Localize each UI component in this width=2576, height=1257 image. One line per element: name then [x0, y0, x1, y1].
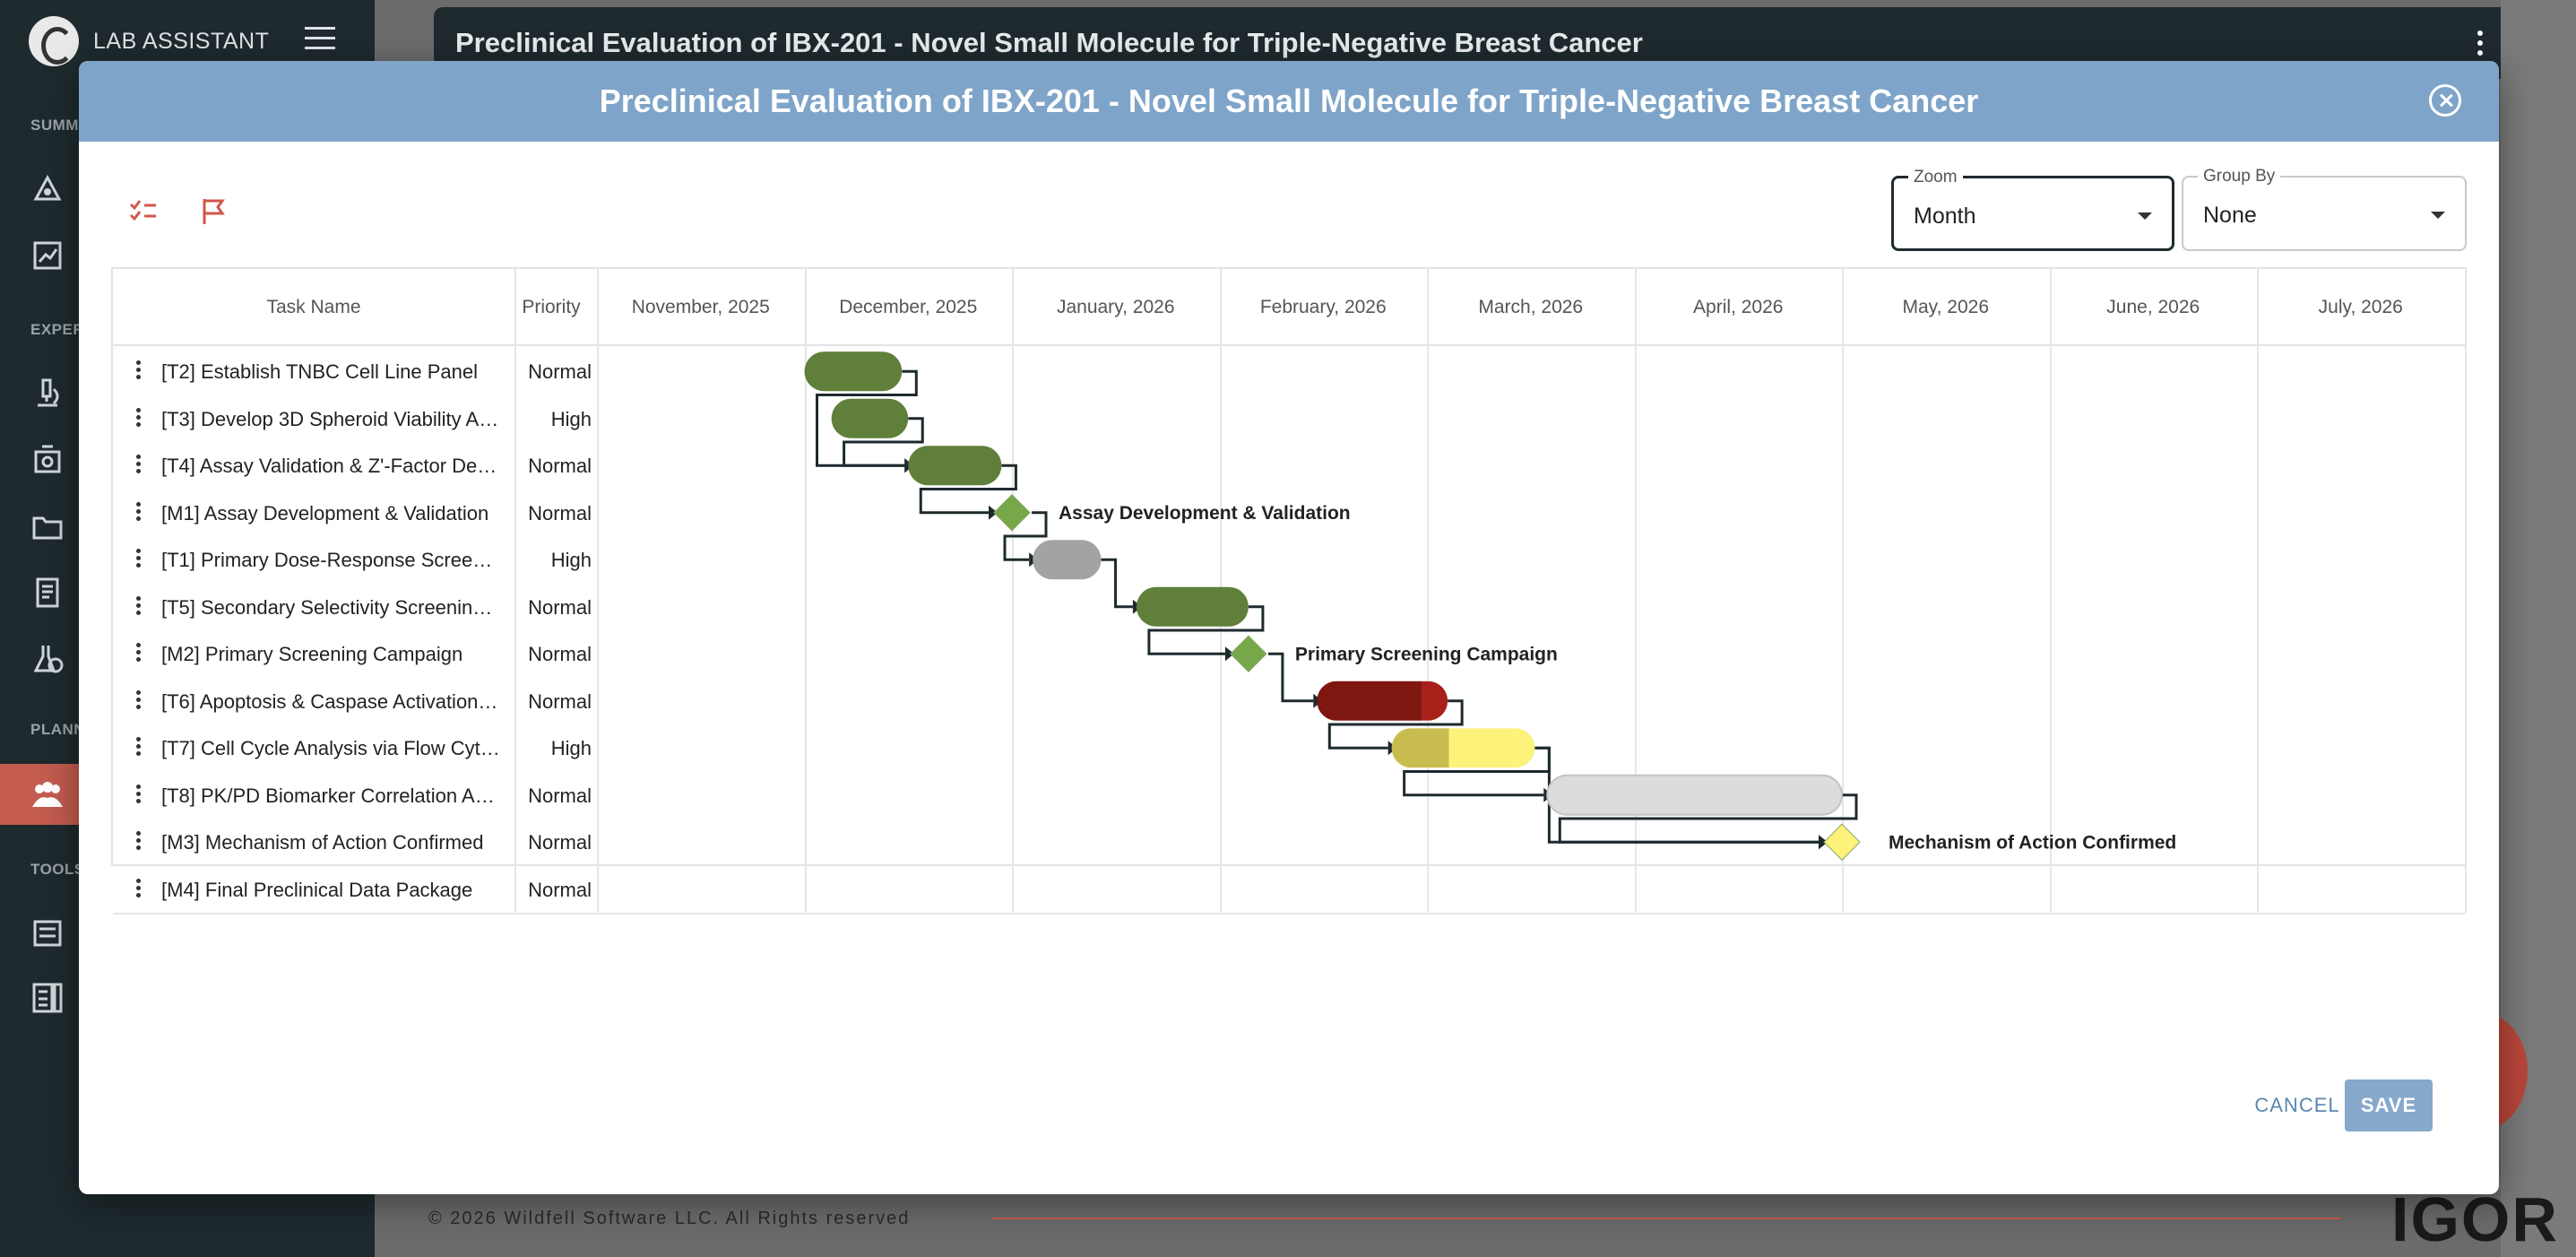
- grid-body-bottom: [113, 913, 2465, 915]
- notebook-icon[interactable]: [30, 576, 65, 610]
- zoom-select[interactable]: Zoom Month: [1891, 168, 2174, 251]
- task-list-icon[interactable]: [125, 194, 161, 230]
- reports-icon[interactable]: [30, 238, 65, 273]
- flask-timer-icon[interactable]: [30, 642, 65, 676]
- nav-section-planning: PLANN: [30, 721, 86, 738]
- row-menu-icon[interactable]: [136, 878, 142, 900]
- group-by-value: None: [2203, 203, 2257, 228]
- milestone-label: Assay Development & Validation: [1059, 503, 1351, 524]
- task-bar[interactable]: [831, 398, 909, 438]
- footer-divider: [991, 1218, 2341, 1219]
- gantt-chart: Task Name Priority November, 2025 Decembe…: [111, 267, 2467, 915]
- zoom-caret-icon: [2138, 212, 2152, 220]
- dashboard-icon[interactable]: [30, 172, 65, 206]
- task-bar[interactable]: [1136, 586, 1249, 627]
- folder-icon[interactable]: [30, 509, 65, 543]
- lab-equipment-icon[interactable]: [30, 443, 65, 477]
- nav-section-experiments: EXPER: [30, 321, 85, 338]
- task-bar[interactable]: [908, 446, 1002, 486]
- gantt-modal: Preclinical Evaluation of IBX-201 - Nove…: [79, 61, 2499, 1194]
- microscope-icon[interactable]: [30, 377, 65, 411]
- nav-section-tools: TOOLS: [30, 861, 85, 878]
- close-icon[interactable]: [2429, 84, 2461, 117]
- group-by-caret-icon: [2431, 212, 2445, 219]
- milestone-marker[interactable]: [1230, 635, 1267, 672]
- task-priority: Normal: [528, 878, 592, 901]
- header-more-icon[interactable]: [2477, 30, 2485, 60]
- task-bar[interactable]: [804, 351, 903, 392]
- save-button[interactable]: SAVE: [2345, 1079, 2433, 1131]
- task-bar[interactable]: [1546, 774, 1844, 816]
- zoom-value: Month: [1914, 204, 1976, 229]
- task-progress: [1391, 728, 1449, 768]
- group-by-label: Group By: [2198, 167, 2281, 186]
- gantt-timeline: Assay Development & Validation Primary Sc…: [804, 351, 2176, 861]
- calculator-icon[interactable]: [30, 981, 65, 1015]
- cancel-button[interactable]: CANCEL: [2248, 1079, 2347, 1131]
- modal-title: Preclinical Evaluation of IBX-201 - Nove…: [599, 82, 1979, 119]
- milestone-marker[interactable]: [1823, 823, 1861, 861]
- footer-logo: IGOR: [2391, 1184, 2559, 1254]
- team-icon[interactable]: [30, 778, 65, 812]
- group-by-select[interactable]: Group By None: [2182, 167, 2467, 251]
- footer-copyright: © 2026 Wildfell Software LLC. All Rights…: [428, 1209, 911, 1228]
- task-progress: [1317, 681, 1422, 721]
- hamburger-menu-icon[interactable]: [305, 27, 335, 50]
- task-name: [M4] Final Preclinical Data Package: [161, 878, 473, 901]
- project-title: Preclinical Evaluation of IBX-201 - Nove…: [455, 27, 1643, 58]
- milestone-label: Mechanism of Action Confirmed: [1889, 832, 2176, 853]
- brand-name: LAB ASSISTANT: [93, 28, 270, 54]
- milestone-flag-icon[interactable]: [195, 194, 231, 230]
- zoom-label: Zoom: [1908, 168, 1963, 187]
- modal-header: Preclinical Evaluation of IBX-201 - Nove…: [79, 61, 2499, 142]
- task-bar[interactable]: [1033, 540, 1102, 580]
- dependency-connector: [1101, 558, 1133, 609]
- milestone-label: Primary Screening Campaign: [1295, 644, 1558, 664]
- scale-icon[interactable]: [30, 916, 65, 950]
- task-row[interactable]: [M4] Final Preclinical Data Package Norma…: [113, 866, 597, 913]
- nav-section-summary: SUMM: [30, 117, 79, 134]
- app-logo-icon: [29, 16, 79, 66]
- milestone-marker[interactable]: [993, 494, 1031, 532]
